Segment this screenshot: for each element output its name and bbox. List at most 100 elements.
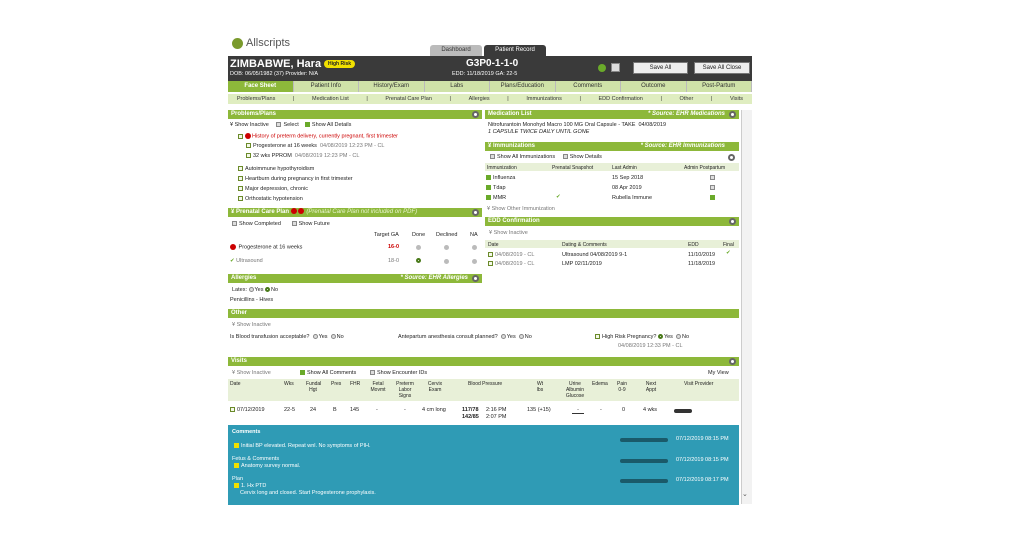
prenatal-header: ¥ Prenatal Care Plan (Prenatal Care Plan…: [228, 208, 482, 217]
gear-icon[interactable]: [472, 275, 479, 282]
show-all-details-checkbox[interactable]: [304, 122, 310, 128]
problem-item[interactable]: Major depression, chronic: [238, 186, 308, 192]
link-prenatal-care-plan[interactable]: Prenatal Care Plan: [385, 94, 431, 104]
tab-face-sheet[interactable]: Face Sheet: [228, 81, 294, 92]
blood-transfusion-field: Is Blood transfusion acceptable? Yes No: [230, 334, 344, 340]
tab-history-exam[interactable]: History/Exam: [359, 81, 425, 92]
select-checkbox[interactable]: [276, 122, 282, 128]
tab-outcome[interactable]: Outcome: [621, 81, 687, 92]
col-wks: Wks: [284, 381, 294, 387]
show-inactive-link[interactable]: Show Inactive: [235, 122, 269, 128]
show-inactive-link[interactable]: ¥ Show Inactive: [232, 370, 271, 376]
tab-patient-info[interactable]: Patient Info: [293, 81, 359, 92]
done-radio[interactable]: [416, 258, 422, 264]
postpartum-checkbox[interactable]: [710, 175, 717, 181]
edd-ga: EDD: 11/18/2019 GA: 22-5: [452, 71, 518, 77]
declined-radio[interactable]: [444, 259, 449, 266]
print-icon[interactable]: [611, 63, 620, 72]
latex-no-radio[interactable]: [265, 287, 271, 293]
target-ga-col[interactable]: Target GA: [374, 232, 399, 238]
edd-value: 11/10/2019: [688, 252, 716, 258]
check-icon: ✔: [556, 194, 561, 200]
visit-bp2: 142/85: [462, 414, 479, 420]
col-edd: EDD: [688, 242, 699, 248]
col-admin-postpartum: Admin Postpartum: [684, 165, 726, 171]
logo-icon: [232, 37, 243, 49]
problem-item[interactable]: Orthostatic hypotension: [238, 196, 303, 202]
edd-row[interactable]: 04/08/2019 - CL: [488, 252, 534, 258]
tab-comments[interactable]: Comments: [555, 81, 621, 92]
save-all-close-button[interactable]: Save All Close: [694, 62, 750, 74]
prenatal-row[interactable]: Progesterone at 16 weeks: [230, 244, 302, 250]
immunization-row[interactable]: Tdap: [486, 185, 506, 191]
visit-bp1: 117/78: [462, 407, 479, 413]
separator: |: [449, 96, 451, 102]
gear-icon[interactable]: [729, 111, 736, 118]
chevron-down-icon[interactable]: ⌄: [742, 490, 748, 498]
show-encounter-ids-checkbox[interactable]: [369, 370, 375, 376]
immunization-controls: Show All Immunizations Show Details: [490, 154, 602, 160]
col-date: Date: [230, 381, 241, 387]
tab-dashboard[interactable]: Dashboard: [430, 45, 482, 56]
link-medication-list[interactable]: Medication List: [312, 94, 349, 104]
immunization-row[interactable]: Influenza: [486, 175, 515, 181]
show-completed-checkbox[interactable]: [232, 221, 237, 227]
problem-item[interactable]: Heartburn during pregnancy in first trim…: [238, 176, 353, 182]
save-all-button[interactable]: Save All: [633, 62, 688, 74]
na-radio[interactable]: [472, 259, 477, 266]
visit-bp1-time: 2:16 PM: [486, 407, 507, 413]
na-col: NA: [470, 232, 478, 238]
link-edd-confirmation[interactable]: EDD Confirmation: [599, 94, 643, 104]
na-radio[interactable]: [472, 245, 477, 252]
medication-item[interactable]: Nitrofurantoin Monohyd Macro 100 MG Oral…: [488, 122, 666, 128]
edd-row[interactable]: 04/08/2019 - CL: [488, 261, 534, 267]
show-all-comments-checkbox[interactable]: [300, 370, 305, 376]
gear-icon[interactable]: [729, 358, 736, 365]
show-other-immunization-link[interactable]: ¥ Show Other Immunization: [487, 206, 555, 212]
done-radio[interactable]: [416, 245, 421, 252]
link-problems-plans[interactable]: Problems/Plans: [237, 94, 276, 104]
problem-item[interactable]: History of preterm delivery, currently p…: [238, 133, 398, 139]
postpartum-checkbox[interactable]: [710, 195, 717, 201]
plan-item[interactable]: 32 wks PPROM 04/08/2019 12:23 PM - CL: [246, 153, 359, 159]
plan-title: Plan: [232, 476, 244, 482]
collapse-icon[interactable]: ¥: [231, 209, 234, 215]
target-ga: 18-0: [388, 258, 400, 264]
plan-item[interactable]: Progesterone at 16 weeks 04/08/2019 12:2…: [246, 143, 384, 149]
col-pain: Pain 0-9: [616, 381, 627, 393]
show-inactive-link[interactable]: ¥ Show Inactive: [232, 322, 271, 328]
tab-patient-record[interactable]: Patient Record: [484, 45, 546, 56]
refresh-icon[interactable]: [598, 64, 606, 72]
my-view-link[interactable]: My View: [708, 370, 729, 376]
col-next: Next Appt: [645, 381, 657, 393]
tab-post-partum[interactable]: Post-Partum: [686, 81, 752, 92]
link-other[interactable]: Other: [680, 94, 694, 104]
link-immunizations[interactable]: Immunizations: [526, 94, 561, 104]
declined-radio[interactable]: [444, 245, 449, 252]
gear-icon[interactable]: [472, 111, 479, 118]
col-urine: Urine Albumin Glucose: [565, 381, 585, 399]
latex-yes-radio[interactable]: [248, 287, 254, 293]
chevron-down-icon[interactable]: ¥: [230, 122, 233, 128]
last-admin: Rubella Immune: [612, 195, 653, 201]
show-inactive-link[interactable]: ¥ Show Inactive: [489, 230, 528, 236]
show-details-checkbox[interactable]: [562, 154, 568, 160]
immunization-row[interactable]: MMR: [486, 195, 506, 201]
visit-edema: -: [600, 407, 602, 413]
link-visits[interactable]: Visits: [730, 94, 743, 104]
link-allergies[interactable]: Allergies: [469, 94, 490, 104]
visit-row-date[interactable]: 07/12/2019: [230, 407, 265, 413]
gear-icon[interactable]: [728, 154, 735, 161]
expand-icon[interactable]: [238, 133, 243, 139]
gear-icon[interactable]: [729, 218, 736, 225]
tab-plans-education[interactable]: Plans/Education: [490, 81, 556, 92]
problem-item[interactable]: Autoimmune hypothyroidism: [238, 166, 314, 172]
gear-icon[interactable]: [472, 209, 479, 216]
scrollbar[interactable]: [741, 110, 752, 504]
show-all-immunizations-checkbox[interactable]: [490, 154, 495, 160]
prenatal-row[interactable]: ✔ Ultrasound: [230, 258, 263, 264]
show-future-checkbox[interactable]: [291, 221, 297, 227]
tab-labs[interactable]: Labs: [424, 81, 490, 92]
postpartum-checkbox[interactable]: [710, 185, 717, 191]
visit-urine: -: [572, 407, 584, 414]
